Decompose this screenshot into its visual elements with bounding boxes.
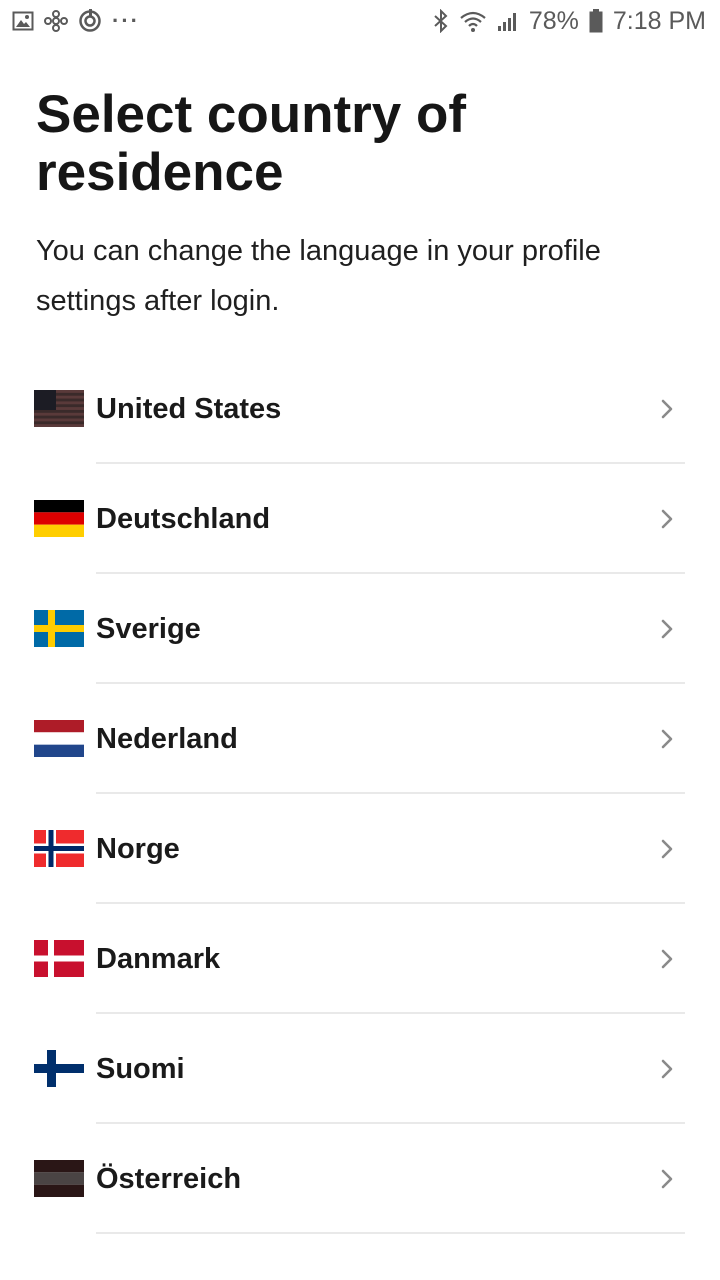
chevron-right-icon <box>661 399 673 419</box>
divider <box>96 1232 685 1234</box>
country-name: United States <box>96 393 282 425</box>
country-list: United States Deutschland Sverige Nederl… <box>0 354 720 1234</box>
country-name: Suomi <box>96 1053 185 1085</box>
status-bar-left: ··· <box>0 8 140 34</box>
chevron-right-icon <box>661 949 673 969</box>
country-name: Deutschland <box>96 503 271 535</box>
country-row-nederland[interactable]: Nederland <box>0 684 720 794</box>
country-row-osterreich[interactable]: Österreich <box>0 1124 720 1234</box>
country-row-united-states[interactable]: United States <box>0 354 720 464</box>
chevron-right-icon <box>661 1169 673 1189</box>
no-flag-icon <box>34 830 84 867</box>
de-flag-icon <box>34 500 84 537</box>
country-name: Norge <box>96 833 180 865</box>
country-row-sverige[interactable]: Sverige <box>0 574 720 684</box>
gallery-icon <box>12 11 34 31</box>
country-row-suomi[interactable]: Suomi <box>0 1014 720 1124</box>
chevron-right-icon <box>661 839 673 859</box>
status-bar: ··· 78% 7:18 PM <box>0 0 720 42</box>
se-flag-icon <box>34 610 84 647</box>
country-name: Danmark <box>96 943 221 975</box>
country-row-norge[interactable]: Norge <box>0 794 720 904</box>
nl-flag-icon <box>34 720 84 757</box>
country-row-deutschland[interactable]: Deutschland <box>0 464 720 574</box>
chevron-right-icon <box>661 619 673 639</box>
signal-icon <box>497 10 519 32</box>
fi-flag-icon <box>34 1050 84 1087</box>
page-subtitle: You can change the language in your prof… <box>36 235 601 317</box>
fan-icon <box>44 10 68 32</box>
more-notifications-icon: ··· <box>112 8 140 33</box>
chevron-right-icon <box>661 729 673 749</box>
battery-percent: 78% <box>528 6 579 35</box>
battery-icon <box>589 9 603 33</box>
chevron-right-icon <box>661 509 673 529</box>
page-title: Select country of residence <box>36 85 466 202</box>
dk-flag-icon <box>34 940 84 977</box>
country-name: Nederland <box>96 723 238 755</box>
wifi-icon <box>459 10 487 32</box>
status-bar-right: 78% 7:18 PM <box>433 7 720 36</box>
at-flag-icon <box>34 1160 84 1197</box>
country-row-danmark[interactable]: Danmark <box>0 904 720 1014</box>
chevron-right-icon <box>661 1059 673 1079</box>
bluetooth-icon <box>433 9 449 33</box>
us-flag-icon <box>34 390 84 427</box>
country-name: Österreich <box>96 1163 242 1195</box>
country-name: Sverige <box>96 613 201 645</box>
clock: 7:18 PM <box>612 6 706 35</box>
sync-icon <box>78 9 102 33</box>
